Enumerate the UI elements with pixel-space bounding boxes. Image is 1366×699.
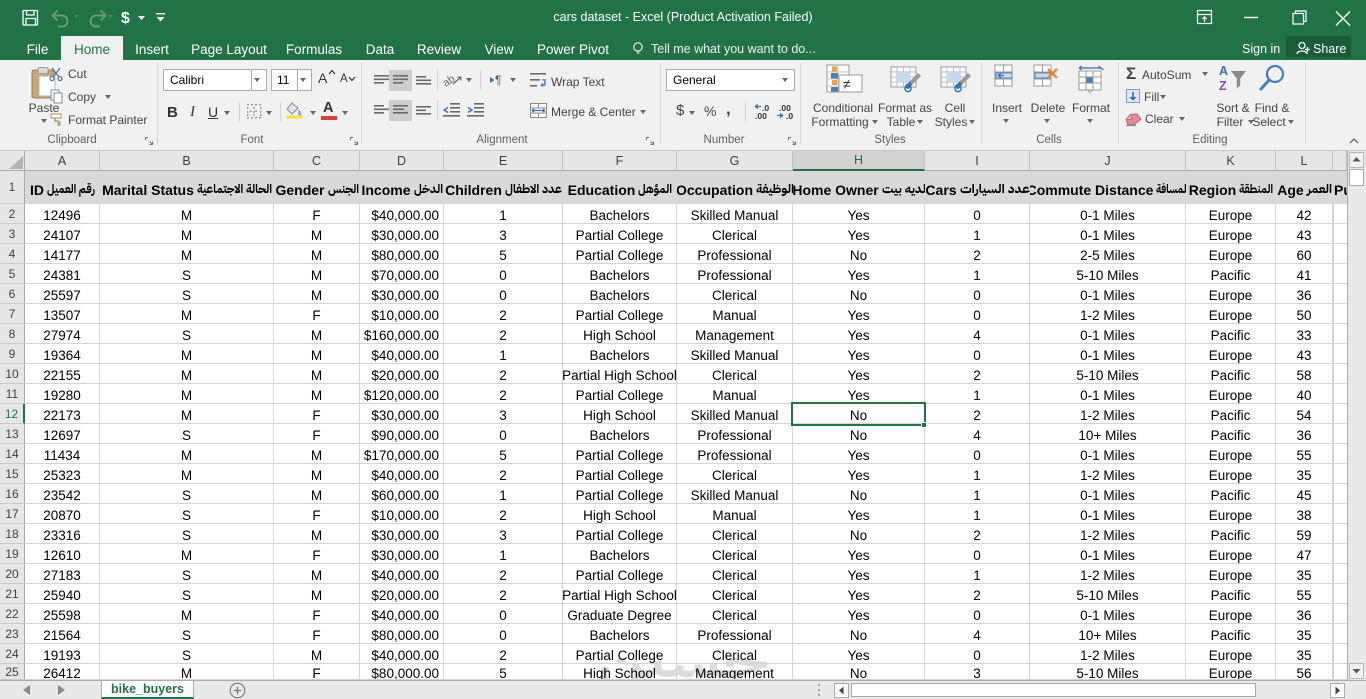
svg-text:.0: .0 (786, 111, 793, 121)
svg-text:≠: ≠ (843, 76, 851, 92)
svg-text:Z: Z (1219, 79, 1227, 93)
svg-text:A: A (1219, 64, 1228, 78)
svg-text:.00: .00 (755, 111, 767, 121)
svg-text:¶: ¶ (495, 73, 501, 87)
